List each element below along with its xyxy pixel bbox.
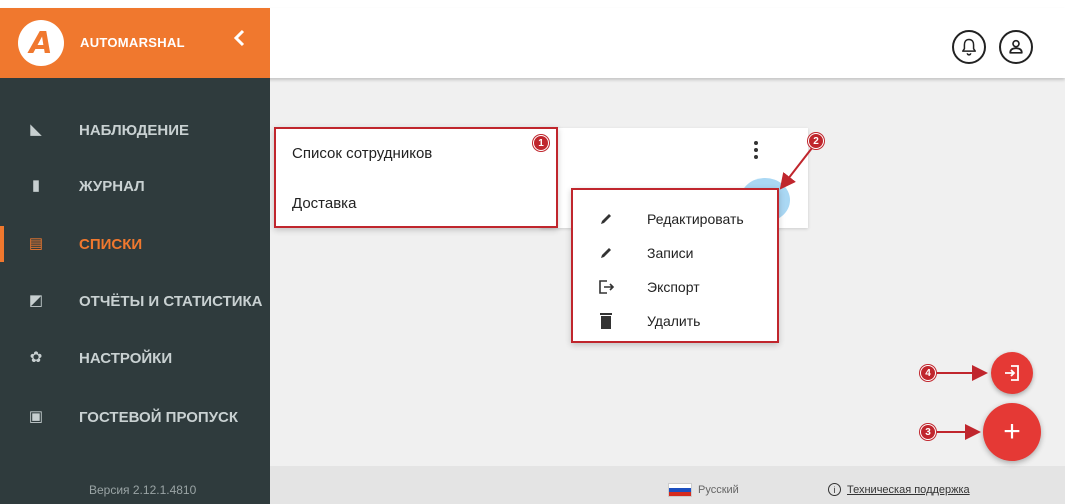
sidebar-item-label: СПИСКИ [79, 235, 143, 253]
app-window: A AUTOMARSHAL ◣ НАБЛЮДЕНИЕ ▮ ЖУРНАЛ ▤ СП… [0, 0, 1065, 504]
binoculars-icon: ◣ [30, 121, 42, 138]
more-vert-icon [754, 141, 758, 159]
clipboard-icon: ▤ [28, 235, 44, 252]
context-menu: Редактировать Записи Экспорт Удалить [571, 188, 779, 343]
import-button[interactable] [991, 352, 1033, 394]
chart-icon: ◩ [28, 292, 44, 309]
annotation-marker-3: 3 [920, 424, 936, 440]
menu-item-delivery[interactable]: Доставка [292, 195, 356, 212]
sidebar-item-label: НАСТРОЙКИ [79, 349, 173, 367]
guest-pass-icon: ▣ [28, 408, 44, 425]
bell-icon [962, 38, 976, 56]
sidebar-item-label: НАБЛЮДЕНИЕ [79, 121, 190, 139]
sidebar-item-label: ГОСТЕВОЙ ПРОПУСК [79, 408, 239, 426]
brand-name: AUTOMARSHAL [80, 35, 185, 50]
add-list-button[interactable]: + [983, 403, 1041, 461]
menu-item-employees-list[interactable]: Список сотрудников [292, 145, 432, 162]
info-icon: i [828, 483, 841, 496]
user-profile-button[interactable] [999, 30, 1033, 64]
logo: A [18, 20, 64, 66]
export-icon [597, 278, 615, 296]
support-link[interactable]: i Техническая поддержка [828, 483, 970, 496]
language-selector[interactable]: Русский [668, 483, 739, 497]
footer: Русский i Техническая поддержка [270, 466, 1065, 504]
russian-flag-icon [668, 483, 692, 497]
sidebar-item-label: ЖУРНАЛ [79, 177, 145, 195]
menu-item-edit[interactable]: Редактировать [573, 202, 777, 236]
sidebar-item-guest-pass[interactable]: ▣ ГОСТЕВОЙ ПРОПУСК [0, 389, 270, 445]
trash-icon [597, 312, 615, 330]
top-strip [0, 0, 1065, 8]
more-options-button[interactable] [753, 140, 759, 160]
sidebar-item-reports[interactable]: ◩ ОТЧЁТЫ И СТАТИСТИКА [0, 273, 270, 329]
sidebar-item-label: ОТЧЁТЫ И СТАТИСТИКА [79, 292, 263, 310]
menu-item-records[interactable]: Записи [573, 236, 777, 270]
user-icon [1009, 39, 1023, 54]
annotation-marker-4: 4 [920, 365, 936, 381]
active-indicator [0, 226, 4, 262]
annotation-marker-1: 1 [533, 135, 549, 151]
collapse-sidebar-button[interactable] [233, 26, 247, 54]
book-icon: ▮ [31, 177, 41, 194]
menu-item-export[interactable]: Экспорт [573, 270, 777, 304]
language-label: Русский [698, 484, 739, 496]
sidebar-item-journal[interactable]: ▮ ЖУРНАЛ [0, 158, 270, 214]
version-label: Версия 2.12.1.4810 [89, 483, 197, 497]
pencil-icon [597, 210, 615, 228]
pencil-icon [597, 244, 615, 262]
plus-icon: + [1003, 415, 1021, 448]
annotation-marker-2: 2 [808, 133, 824, 149]
sidebar-item-observation[interactable]: ◣ НАБЛЮДЕНИЕ [0, 102, 270, 158]
sidebar-item-settings[interactable]: ✿ НАСТРОЙКИ [0, 330, 270, 386]
sidebar: ◣ НАБЛЮДЕНИЕ ▮ ЖУРНАЛ ▤ СПИСКИ ◩ ОТЧЁТЫ … [0, 78, 270, 504]
chevron-left-icon [233, 29, 245, 47]
menu-item-label: Редактировать [647, 211, 744, 227]
menu-item-label: Удалить [647, 313, 701, 329]
support-label: Техническая поддержка [847, 483, 970, 496]
logo-letter: A [29, 25, 53, 61]
sidebar-item-lists[interactable]: ▤ СПИСКИ [0, 216, 270, 272]
menu-item-label: Экспорт [647, 279, 700, 295]
menu-item-label: Записи [647, 245, 694, 261]
list-type-menu: Список сотрудников Доставка [274, 127, 558, 228]
notifications-button[interactable] [952, 30, 986, 64]
menu-item-delete[interactable]: Удалить [573, 304, 777, 338]
brand-header: A AUTOMARSHAL [0, 8, 270, 78]
gear-icon: ✿ [29, 349, 43, 366]
import-icon [1005, 365, 1019, 381]
